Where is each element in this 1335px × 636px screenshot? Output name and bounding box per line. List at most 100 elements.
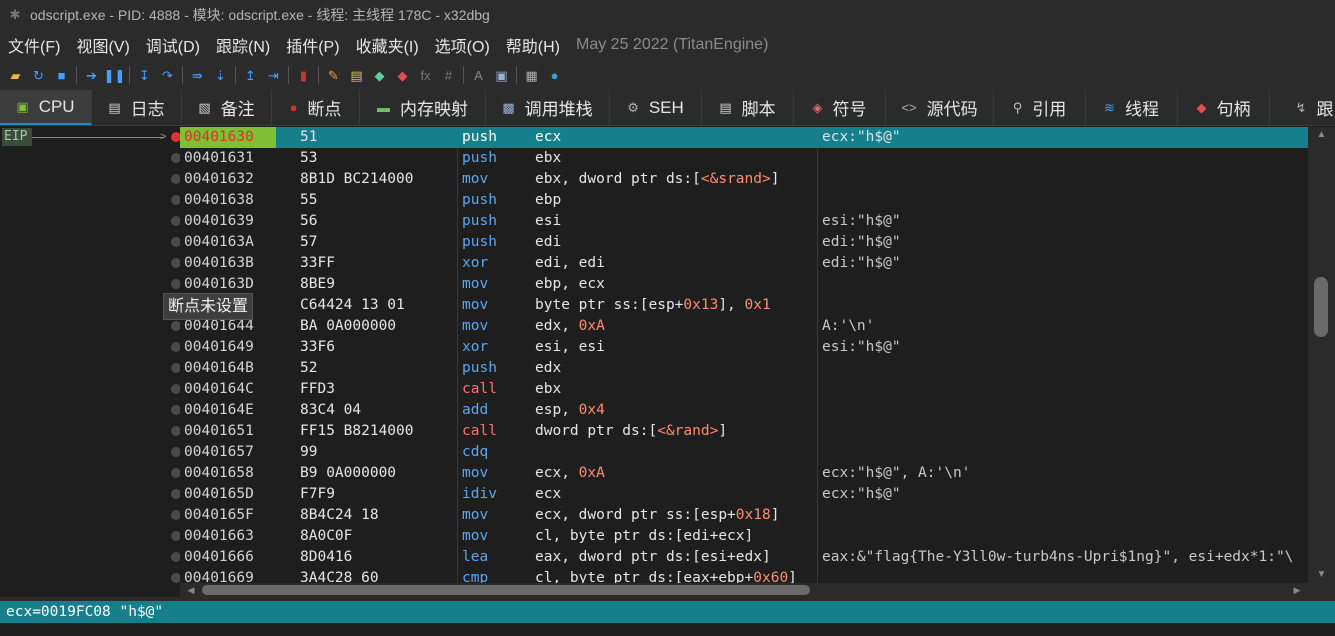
instruction-bytes: 56 xyxy=(300,213,318,229)
instruction-operands: ecx, dword ptr ss:[esp+0x18] xyxy=(535,505,779,526)
instruction-row[interactable]: 0040164C FFD3 call ebx xyxy=(180,379,1308,400)
disassembly-view[interactable]: 00401630 51 push ecx ecx:"h$@" 00401631 53 push… xyxy=(180,127,1308,583)
patch-icon[interactable]: ✎ xyxy=(322,64,345,86)
instruction-bytes: FFD3 xyxy=(300,381,335,397)
run-icon[interactable]: ➔ xyxy=(80,64,103,86)
step-into-icon[interactable]: ↧ xyxy=(133,64,156,86)
instruction-row[interactable]: 00401651 FF15 B8214000 call dword ptr ds:[<… xyxy=(180,421,1308,442)
tab-breakpoint[interactable]: ● 断点 xyxy=(272,90,360,125)
instruction-operands: cl, byte ptr ds:[eax+ebp+0x60] xyxy=(535,568,797,583)
menu-item[interactable]: 视图(V) xyxy=(68,33,137,57)
scylla-icon[interactable]: ▮ xyxy=(292,64,315,86)
trace-into-icon[interactable]: ⇛ xyxy=(186,64,209,86)
instruction-row[interactable]: 0040164E 83C4 04 add esp, 0x4 xyxy=(180,400,1308,421)
instruction-address: 0040164E xyxy=(184,402,254,418)
tab-notes[interactable]: ▧ 备注 xyxy=(182,90,272,125)
cpu-info-icon[interactable]: ▣ xyxy=(490,64,513,86)
instruction-row[interactable]: 00401632 8B1D BC214000 mov ebx, dword ptr d… xyxy=(180,169,1308,190)
instruction-comment: ecx:"h$@" xyxy=(822,486,901,502)
current-instruction-row[interactable]: 00401630 51 push ecx ecx:"h$@" xyxy=(180,127,1308,148)
instruction-row[interactable]: 0040163FC64424 13 01movbyte ptr ss:[esp+… xyxy=(180,295,1308,316)
tab-log[interactable]: ▤ 日志 xyxy=(92,90,182,125)
tab-seh[interactable]: ⚙ SEH xyxy=(610,90,702,125)
tab-call-stack[interactable]: ▩ 调用堆栈 xyxy=(486,90,610,125)
tab-script[interactable]: ▤ 脚本 xyxy=(702,90,794,125)
tab-label: 线程 xyxy=(1124,100,1159,119)
instruction-row[interactable]: 00401644 BA 0A000000 mov edx, 0xA A:'\n' xyxy=(180,316,1308,337)
tab-memory-map[interactable]: ▬ 内存映射 xyxy=(360,90,486,125)
instruction-row[interactable]: 00401669 3A4C28 60 cmp cl, byte ptr ds:[eax… xyxy=(180,568,1308,583)
operand-part: edi, edi xyxy=(535,255,605,271)
horizontal-scroll-thumb[interactable] xyxy=(202,585,810,595)
operand-part: <&rand> xyxy=(657,423,719,439)
references-icon: ⚲ xyxy=(1012,99,1023,115)
breakpoint-tooltip: 断点未设置 xyxy=(163,293,254,320)
instruction-row[interactable]: 0040163A 57 push edi edi:"h$@" xyxy=(180,232,1308,253)
comment-icon[interactable]: ▤ xyxy=(345,64,368,86)
label-icon[interactable]: ◆ xyxy=(368,64,391,86)
hash-icon[interactable]: # xyxy=(437,64,460,86)
instruction-row[interactable]: 00401666 8D0416 lea eax, dword ptr ds:[esi+… xyxy=(180,547,1308,568)
function-icon[interactable]: fx xyxy=(414,64,437,86)
execute-till-return-icon[interactable]: ↥ xyxy=(239,64,262,86)
tab-threads[interactable]: ≋ 线程 xyxy=(1086,90,1178,125)
instruction-row[interactable]: 0040165D F7F9 idiv ecx ecx:"h$@" xyxy=(180,484,1308,505)
restart-icon[interactable]: ↻ xyxy=(27,64,50,86)
instruction-row[interactable]: 00401657 99 cdq xyxy=(180,442,1308,463)
breakpoint-gutter[interactable]: EIP > xyxy=(0,127,181,597)
operand-part: 0x18 xyxy=(735,507,771,523)
trace-icon: ↯ xyxy=(1295,99,1307,115)
pause-icon[interactable]: ❚❚ xyxy=(103,64,126,86)
vertical-scroll-thumb[interactable] xyxy=(1314,277,1328,337)
instruction-row[interactable]: 00401639 56 push esi esi:"h$@" xyxy=(180,211,1308,232)
scroll-down-icon[interactable]: ▼ xyxy=(1308,567,1335,583)
horizontal-scrollbar[interactable]: ◀ ▶ xyxy=(180,583,1308,597)
operand-part: esi xyxy=(535,213,562,229)
globe-icon[interactable]: ● xyxy=(543,64,566,86)
operand-part: ecx xyxy=(535,486,562,502)
menu-item[interactable]: 收藏夹(I) xyxy=(348,33,427,57)
tab-trace[interactable]: ↯ 跟 xyxy=(1270,90,1335,125)
run-to-user-code-icon[interactable]: ⇥ xyxy=(262,64,285,86)
menu-item[interactable]: 选项(O) xyxy=(427,33,498,57)
step-over-icon[interactable]: ↷ xyxy=(156,64,179,86)
stop-icon[interactable]: ■ xyxy=(50,64,73,86)
menu-item[interactable]: 插件(P) xyxy=(278,33,347,57)
font-icon[interactable]: A xyxy=(467,64,490,86)
scroll-up-icon[interactable]: ▲ xyxy=(1308,127,1335,143)
instruction-bytes: 83C4 04 xyxy=(300,402,362,418)
tab-handles[interactable]: ◆ 句柄 xyxy=(1178,90,1270,125)
tab-cpu[interactable]: ▣ CPU xyxy=(0,90,92,125)
trace-over-icon[interactable]: ⇣ xyxy=(209,64,232,86)
scroll-left-icon[interactable]: ◀ xyxy=(184,583,198,597)
tab-symbols[interactable]: ◈ 符号 xyxy=(794,90,886,125)
tab-label: 断点 xyxy=(307,100,342,119)
tab-label: 调用堆栈 xyxy=(524,100,593,119)
tab-source[interactable]: <> 源代码 xyxy=(886,90,994,125)
bookmark-icon[interactable]: ◆ xyxy=(391,64,414,86)
tab-references[interactable]: ⚲ 引用 xyxy=(994,90,1086,125)
vertical-scrollbar[interactable]: ▲ ▼ xyxy=(1308,127,1335,583)
instruction-bytes: 8B1D BC214000 xyxy=(300,171,414,187)
scroll-right-icon[interactable]: ▶ xyxy=(1290,583,1304,597)
instruction-row[interactable]: 00401631 53 push ebx xyxy=(180,148,1308,169)
menu-item[interactable]: 跟踪(N) xyxy=(208,33,278,57)
operand-part: esp, xyxy=(535,402,579,418)
instruction-bytes: F7F9 xyxy=(300,486,335,502)
instruction-row[interactable]: 00401658 B9 0A000000 mov ecx, 0xA ecx:"h$@",… xyxy=(180,463,1308,484)
instruction-row[interactable]: 0040164B 52 push edx xyxy=(180,358,1308,379)
instruction-row[interactable]: 0040163B 33FF xor edi, edi edi:"h$@" xyxy=(180,253,1308,274)
menu-item[interactable]: 调试(D) xyxy=(138,33,208,57)
instruction-row[interactable]: 00401649 33F6 xor esi, esi esi:"h$@" xyxy=(180,337,1308,358)
instruction-mnemonic: push xyxy=(462,150,497,166)
menu-item[interactable]: 文件(F) xyxy=(0,33,68,57)
instruction-row[interactable]: 00401663 8A0C0F mov cl, byte ptr ds:[edi+ec… xyxy=(180,526,1308,547)
instruction-row[interactable]: 0040165F 8B4C24 18 mov ecx, dword ptr ss:[e… xyxy=(180,505,1308,526)
menu-item[interactable]: 帮助(H) xyxy=(498,33,568,57)
instruction-row[interactable]: 0040163D 8BE9 mov ebp, ecx xyxy=(180,274,1308,295)
instruction-row[interactable]: 00401638 55 push ebp xyxy=(180,190,1308,211)
calculator-icon[interactable]: ▦ xyxy=(520,64,543,86)
operand-part: ] xyxy=(788,570,797,583)
operand-part: 0xA xyxy=(578,465,605,481)
open-folder-icon[interactable]: ▰ xyxy=(4,64,27,86)
